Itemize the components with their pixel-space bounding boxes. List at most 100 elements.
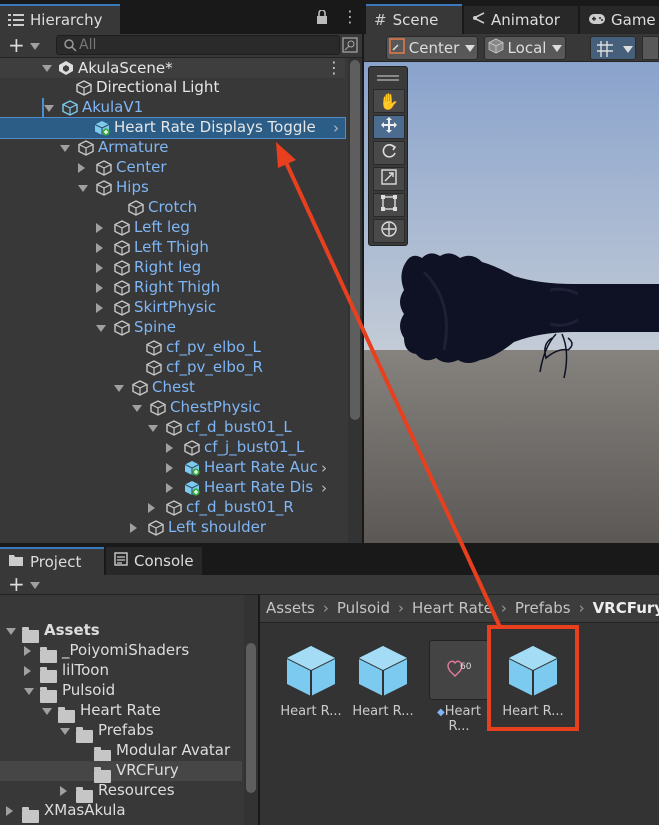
collapse-arrow-icon[interactable] bbox=[166, 443, 173, 453]
hierarchy-item[interactable]: Directional Light bbox=[0, 78, 345, 98]
expand-arrow-icon[interactable] bbox=[60, 728, 70, 735]
hand-tool-button[interactable]: ✋ bbox=[373, 89, 405, 113]
breadcrumb-item[interactable]: Pulsoid bbox=[337, 599, 390, 617]
hierarchy-item[interactable]: Left shoulder bbox=[0, 518, 345, 538]
tab-game[interactable]: Game bbox=[580, 6, 659, 34]
pivot-rotation-dropdown[interactable]: Local bbox=[484, 36, 566, 60]
project-create-plus-icon[interactable]: + bbox=[8, 573, 25, 595]
hierarchy-search-input[interactable]: All bbox=[56, 35, 340, 55]
overlay-drag-handle-2[interactable] bbox=[377, 79, 399, 81]
hierarchy-item[interactable]: Heart Rate Dis › bbox=[0, 478, 345, 498]
folder-item[interactable]: lilToon bbox=[0, 661, 242, 683]
hierarchy-item[interactable]: ChestPhysic bbox=[0, 398, 345, 418]
collapse-arrow-icon[interactable] bbox=[96, 223, 103, 233]
hierarchy-item[interactable]: cf_d_bust01_L bbox=[0, 418, 345, 438]
chevron-right-icon[interactable]: › bbox=[333, 119, 339, 137]
hierarchy-item[interactable]: Spine bbox=[0, 318, 345, 338]
rotate-tool-button[interactable] bbox=[373, 141, 405, 165]
grid-snapping-button[interactable] bbox=[590, 36, 636, 60]
folder-item[interactable]: Heart Rate bbox=[0, 701, 242, 723]
hierarchy-item[interactable]: cf_j_bust01_L bbox=[0, 438, 345, 458]
asset-tile-selected[interactable]: Heart R... bbox=[500, 640, 566, 719]
collapse-arrow-icon[interactable] bbox=[96, 283, 103, 293]
hierarchy-item[interactable]: cf_pv_elbo_L bbox=[0, 338, 345, 358]
tab-console[interactable]: Console bbox=[106, 547, 202, 575]
scene-row[interactable]: AkulaScene* ⋮ bbox=[0, 58, 345, 78]
collapse-arrow-icon[interactable] bbox=[24, 646, 31, 656]
collapse-arrow-icon[interactable] bbox=[130, 523, 137, 533]
hierarchy-item[interactable]: cf_d_bust01_R bbox=[0, 498, 345, 518]
folder-item[interactable]: Prefabs bbox=[0, 721, 242, 743]
collapse-arrow-icon[interactable] bbox=[96, 263, 103, 273]
hierarchy-item[interactable]: cf_pv_elbo_R bbox=[0, 358, 345, 378]
hierarchy-item[interactable]: SkirtPhysic bbox=[0, 298, 345, 318]
asset-tile[interactable]: Heart R... bbox=[278, 640, 344, 719]
project-tree-scroll-thumb[interactable] bbox=[246, 643, 256, 793]
expand-arrow-icon[interactable] bbox=[78, 185, 88, 192]
create-dropdown-icon[interactable] bbox=[30, 43, 40, 50]
collapse-arrow-icon[interactable] bbox=[6, 806, 13, 816]
expand-arrow-icon[interactable] bbox=[42, 708, 52, 715]
collapse-arrow-icon[interactable] bbox=[166, 483, 173, 493]
hierarchy-item[interactable]: Right leg bbox=[0, 258, 345, 278]
pivot-mode-dropdown[interactable]: Center bbox=[386, 36, 478, 60]
expand-arrow-icon[interactable] bbox=[24, 688, 34, 695]
kebab-menu-icon[interactable]: ⋮ bbox=[342, 9, 358, 25]
folder-item-selected[interactable]: VRCFury bbox=[0, 761, 242, 783]
scene-menu-icon[interactable]: ⋮ bbox=[326, 58, 342, 77]
folder-item[interactable]: _PoiyomiShaders bbox=[0, 641, 242, 663]
search-options-icon[interactable] bbox=[342, 37, 358, 57]
folder-item[interactable]: XMasAkula bbox=[0, 801, 242, 823]
breadcrumb-item[interactable]: Prefabs bbox=[515, 599, 571, 617]
tab-project[interactable]: Project bbox=[0, 547, 104, 575]
hierarchy-item[interactable]: Center bbox=[0, 158, 345, 178]
hierarchy-item[interactable]: Hips bbox=[0, 178, 345, 198]
rect-tool-button[interactable] bbox=[373, 193, 405, 217]
tab-animator[interactable]: Animator bbox=[464, 6, 578, 34]
tab-scene[interactable]: # Scene bbox=[366, 4, 462, 34]
chevron-right-icon[interactable]: › bbox=[321, 479, 327, 497]
increment-snapping-button[interactable] bbox=[642, 36, 659, 60]
expand-arrow-icon[interactable] bbox=[42, 64, 52, 72]
scale-tool-button[interactable] bbox=[373, 167, 405, 191]
hierarchy-item[interactable]: AkulaV1 bbox=[0, 98, 345, 118]
expand-arrow-icon[interactable] bbox=[60, 145, 70, 152]
folder-item[interactable]: Resources bbox=[0, 781, 242, 803]
breadcrumb-current[interactable]: VRCFury bbox=[593, 599, 659, 617]
hierarchy-item[interactable]: Chest bbox=[0, 378, 345, 398]
hierarchy-scrollbar[interactable] bbox=[348, 58, 362, 543]
collapse-arrow-icon[interactable] bbox=[166, 463, 173, 473]
breadcrumb-item[interactable]: Assets bbox=[266, 599, 315, 617]
transform-tool-button[interactable] bbox=[373, 219, 405, 243]
expand-arrow-icon[interactable] bbox=[96, 325, 106, 332]
collapse-arrow-icon[interactable] bbox=[148, 503, 155, 513]
hierarchy-item[interactable]: Crotch bbox=[0, 198, 345, 218]
scene-viewport[interactable]: ✋ bbox=[364, 62, 659, 543]
overlay-drag-handle[interactable] bbox=[377, 75, 399, 77]
collapse-arrow-icon[interactable] bbox=[24, 666, 31, 676]
hierarchy-item[interactable]: Left leg bbox=[0, 218, 345, 238]
hierarchy-item-selected[interactable]: Heart Rate Displays Toggle › bbox=[0, 117, 346, 139]
lock-icon[interactable] bbox=[316, 9, 328, 28]
expand-arrow-icon[interactable] bbox=[114, 385, 124, 392]
asset-tile[interactable]: Heart R... bbox=[350, 640, 416, 719]
expand-arrow-icon[interactable] bbox=[6, 628, 16, 635]
create-plus-icon[interactable]: + bbox=[8, 34, 25, 56]
hierarchy-scroll-thumb[interactable] bbox=[350, 60, 360, 420]
hierarchy-item[interactable]: Right Thigh bbox=[0, 278, 345, 298]
project-tree-scrollbar[interactable] bbox=[244, 595, 258, 825]
asset-tile[interactable]: 60 ◆Heart R... bbox=[426, 640, 492, 734]
expand-arrow-icon[interactable] bbox=[44, 105, 54, 112]
collapse-arrow-icon[interactable] bbox=[60, 786, 67, 796]
collapse-arrow-icon[interactable] bbox=[78, 163, 85, 173]
tab-hierarchy[interactable]: Hierarchy bbox=[0, 4, 120, 34]
expand-arrow-icon[interactable] bbox=[148, 425, 158, 432]
hierarchy-item[interactable]: Heart Rate Auc › bbox=[0, 458, 345, 478]
move-tool-button[interactable] bbox=[373, 115, 405, 139]
folder-item[interactable]: Pulsoid bbox=[0, 681, 242, 703]
chevron-right-icon[interactable]: › bbox=[321, 459, 327, 477]
folder-item[interactable]: Modular Avatar bbox=[0, 741, 242, 763]
folder-item[interactable]: Assets bbox=[0, 621, 242, 643]
hierarchy-item[interactable]: Armature bbox=[0, 138, 345, 158]
hierarchy-item[interactable]: Left Thigh bbox=[0, 238, 345, 258]
